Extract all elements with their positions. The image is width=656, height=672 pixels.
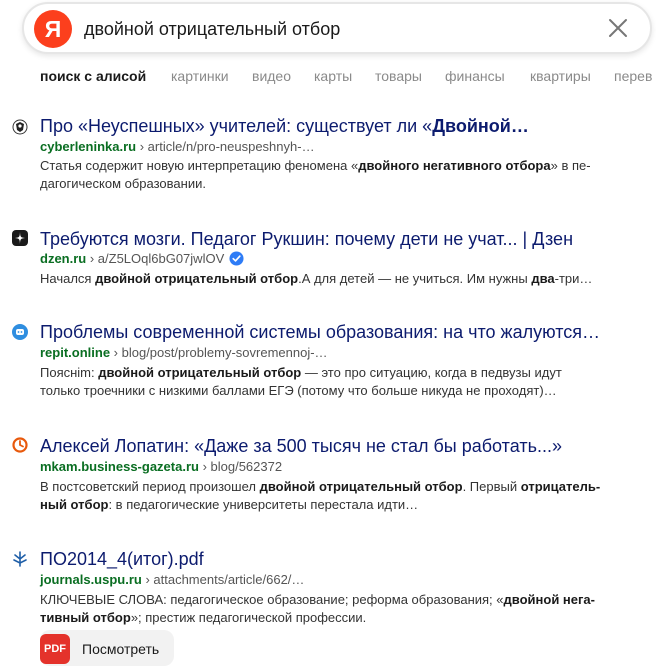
- result-snippet: Статья содержит новую интерпретацию фено…: [40, 158, 591, 191]
- search-input[interactable]: двойной отрицательный отбор: [84, 19, 340, 40]
- view-pdf-label: Посмотреть: [82, 641, 160, 657]
- result-snippet: Начался двойной отрицательный отбор.А дл…: [40, 271, 593, 286]
- result-url[interactable]: dzen.ru › a/Z5LOql6bG07jwlOV: [40, 251, 244, 269]
- result-title[interactable]: Про «Неуспешных» учителей: существует ли…: [40, 116, 529, 137]
- result-title[interactable]: Алексей Лопатин: «Даже за 500 тысяч не с…: [40, 436, 562, 457]
- close-icon[interactable]: [606, 16, 630, 40]
- tab-alice-search[interactable]: поиск с алисой: [40, 68, 146, 84]
- tab-maps[interactable]: карты: [314, 68, 352, 84]
- pdf-icon: PDF: [40, 634, 70, 664]
- tab-translate[interactable]: перев: [614, 68, 652, 84]
- dzen-icon: [12, 230, 28, 246]
- uspu-icon: [12, 551, 28, 567]
- result-url[interactable]: journals.uspu.ru › attachments/article/6…: [40, 572, 304, 587]
- cyberleninka-icon: [12, 119, 28, 135]
- tab-goods[interactable]: товары: [375, 68, 422, 84]
- tab-video[interactable]: видео: [252, 68, 291, 84]
- business-gazeta-icon: [12, 437, 28, 453]
- result-title[interactable]: ПО2014_4(итог).pdf: [40, 549, 204, 570]
- result-title[interactable]: Проблемы современной системы образования…: [40, 322, 600, 343]
- tab-images[interactable]: картинки: [171, 68, 229, 84]
- tab-finance[interactable]: финансы: [445, 68, 505, 84]
- yandex-logo-icon[interactable]: Я: [34, 10, 72, 48]
- search-bar[interactable]: Я двойной отрицательный отбор: [22, 2, 652, 54]
- view-pdf-button[interactable]: PDF Посмотреть: [40, 630, 174, 666]
- result-title[interactable]: Требуются мозги. Педагог Рукшин: почему …: [40, 229, 573, 250]
- repit-icon: [12, 324, 28, 340]
- verified-badge-icon: [229, 251, 244, 269]
- result-url[interactable]: cyberleninka.ru › article/n/pro-neuspesh…: [40, 139, 315, 154]
- result-snippet: Пояснim: двойной отрицательный отбор — э…: [40, 365, 562, 398]
- result-url[interactable]: repit.online › blog/post/problemy-sovrem…: [40, 345, 328, 360]
- result-snippet: КЛЮЧЕВЫЕ СЛОВА: педагогическое образован…: [40, 592, 595, 625]
- tab-apartments[interactable]: квартиры: [530, 68, 591, 84]
- result-url[interactable]: mkam.business-gazeta.ru › blog/562372: [40, 459, 282, 474]
- result-snippet: В постсоветский период произошел двойной…: [40, 479, 601, 512]
